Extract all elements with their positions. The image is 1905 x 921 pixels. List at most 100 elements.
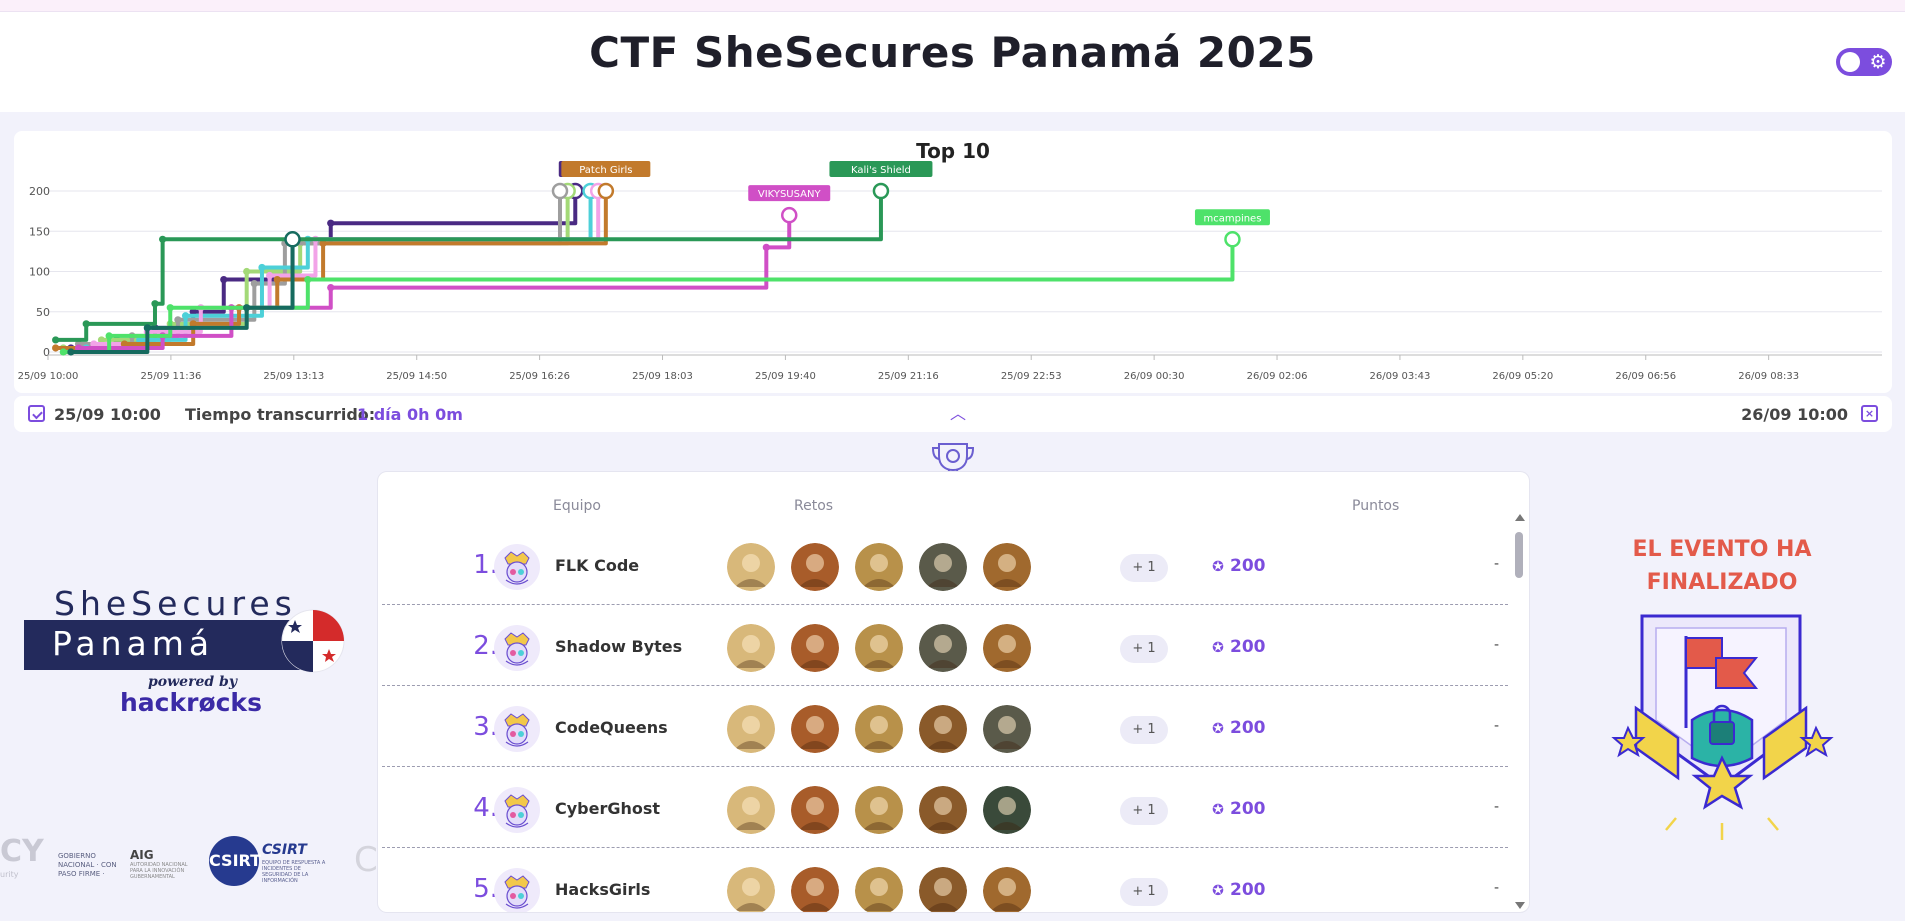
shesecures-logo: SheSecures Panamá powered by hackrøcks (24, 584, 354, 717)
data-point (872, 182, 890, 200)
x-tick-label: 26/09 02:06 (1247, 371, 1308, 382)
challenge-avatar[interactable] (727, 624, 775, 672)
data-point (551, 182, 569, 200)
sponsor-cy: CY (0, 834, 44, 869)
team-name[interactable]: Shadow Bytes (555, 637, 682, 656)
x-tick-label: 26/09 05:20 (1492, 371, 1553, 382)
team-name[interactable]: CyberGhost (555, 799, 660, 818)
challenge-avatar[interactable] (855, 624, 903, 672)
scroll-up-arrow[interactable] (1515, 514, 1525, 521)
x-tick-label: 25/09 13:13 (263, 371, 324, 382)
challenge-avatar[interactable] (727, 867, 775, 912)
sponsor-aig: AIG (130, 848, 154, 862)
points-value: 200 (1230, 556, 1266, 576)
team-avatar (494, 625, 540, 671)
rank-change: - (1494, 637, 1500, 653)
team-avatar (494, 787, 540, 833)
more-challenges-badge[interactable]: + 1 (1120, 554, 1168, 582)
y-tick-label: 50 (36, 306, 50, 319)
sponsor-csirt-sub: EQUIPO DE RESPUESTA A INCIDENTES DE SEGU… (262, 860, 326, 884)
team-points: ✪ 200 (1210, 556, 1266, 576)
x-tick-label: 25/09 19:40 (755, 371, 816, 382)
challenge-avatar[interactable] (855, 786, 903, 834)
team-avatar (494, 544, 540, 590)
team-name[interactable]: CodeQueens (555, 718, 668, 737)
challenge-avatar[interactable] (791, 543, 839, 591)
series-label: mcampines (1203, 213, 1261, 224)
table-row[interactable]: 4. CyberGhost + 1 ✪ 200 - (382, 767, 1508, 848)
challenge-avatar[interactable] (919, 543, 967, 591)
scrollbar[interactable] (1515, 514, 1525, 909)
series-label: VIKYSUSANY (758, 189, 822, 200)
more-challenges-badge[interactable]: + 1 (1120, 716, 1168, 744)
team-name[interactable]: HacksGirls (555, 880, 650, 899)
more-challenges-badge[interactable]: + 1 (1120, 635, 1168, 663)
data-point (159, 235, 167, 243)
y-tick-label: 0 (43, 346, 50, 359)
rank-position: 5. (473, 874, 498, 904)
data-point (181, 312, 190, 320)
data-point (59, 348, 67, 356)
challenge-avatar[interactable] (855, 543, 903, 591)
data-point (1224, 231, 1241, 248)
scroll-down-arrow[interactable] (1515, 902, 1525, 909)
x-tick-label: 25/09 11:36 (140, 371, 201, 382)
table-row[interactable]: 1. FLK Code + 1 ✪ 200 - (382, 524, 1508, 605)
challenge-avatar[interactable] (919, 705, 967, 753)
table-row[interactable]: 3. CodeQueens + 1 ✪ 200 - (382, 686, 1508, 767)
series-label: Patch Girls (579, 165, 632, 176)
more-challenges-badge[interactable]: + 1 (1120, 878, 1168, 906)
data-point (284, 231, 301, 248)
challenge-avatar[interactable] (727, 543, 775, 591)
challenge-avatar[interactable] (919, 867, 967, 912)
challenge-avatar[interactable] (983, 705, 1031, 753)
end-time: 26/09 10:00 (1741, 405, 1848, 424)
challenge-avatar[interactable] (919, 786, 967, 834)
logo-line1: SheSecures (54, 584, 297, 623)
theme-toggle[interactable]: ⚙ (1836, 48, 1892, 76)
calendar-check-icon (28, 405, 45, 422)
challenge-avatar[interactable] (791, 705, 839, 753)
table-row[interactable]: 5. HacksGirls + 1 ✪ 200 - (382, 848, 1508, 912)
challenge-avatar[interactable] (983, 624, 1031, 672)
challenge-avatar[interactable] (791, 624, 839, 672)
team-name[interactable]: FLK Code (555, 556, 639, 575)
chevron-up-icon[interactable]: ︿ (946, 400, 970, 424)
sponsor-csirt-mark: CSIRT (209, 836, 261, 886)
challenge-avatar[interactable] (983, 786, 1031, 834)
points-value: 200 (1230, 880, 1266, 900)
challenge-avatar[interactable] (727, 786, 775, 834)
data-point (304, 275, 312, 284)
challenge-avatar[interactable] (855, 867, 903, 912)
column-points: Puntos (1352, 498, 1400, 514)
start-time: 25/09 10:00 (54, 405, 161, 424)
team-avatar (494, 868, 540, 912)
sponsor-cy-sub: urity (0, 870, 19, 879)
challenge-avatar[interactable] (983, 867, 1031, 912)
challenge-avatar[interactable] (791, 786, 839, 834)
data-point (67, 348, 75, 356)
points-value: 200 (1230, 637, 1266, 657)
challenge-avatar[interactable] (791, 867, 839, 912)
challenge-avatar[interactable] (855, 705, 903, 753)
challenge-avatar[interactable] (983, 543, 1031, 591)
gear-icon: ⚙ (1869, 51, 1887, 73)
time-bar: 25/09 10:00 Tiempo transcurrido: 1 día 0… (14, 396, 1892, 432)
event-finished-badge (1611, 614, 1834, 840)
rank-position: 4. (473, 793, 498, 823)
data-point (266, 271, 274, 280)
elapsed-value: 1 día 0h 0m (357, 405, 463, 424)
logo-hackrocks: hackrøcks (120, 688, 262, 717)
challenge-avatar[interactable] (919, 624, 967, 672)
more-challenges-badge[interactable]: + 1 (1120, 797, 1168, 825)
data-point (52, 344, 60, 352)
challenge-avatar[interactable] (727, 705, 775, 753)
page-title: CTF SheSecures Panamá 2025 (589, 28, 1316, 77)
points-icon: ✪ (1212, 559, 1224, 575)
team-points: ✪ 200 (1210, 799, 1265, 819)
column-challenges: Retos (794, 498, 834, 514)
table-row[interactable]: 2. Shadow Bytes + 1 ✪ 200 - (382, 605, 1508, 686)
scroll-thumb[interactable] (1515, 532, 1523, 578)
chart-svg: Top 10 0 50 100 150 200 25/09 10:00 25/09 11:36… (18, 139, 1882, 382)
data-point (220, 275, 228, 284)
